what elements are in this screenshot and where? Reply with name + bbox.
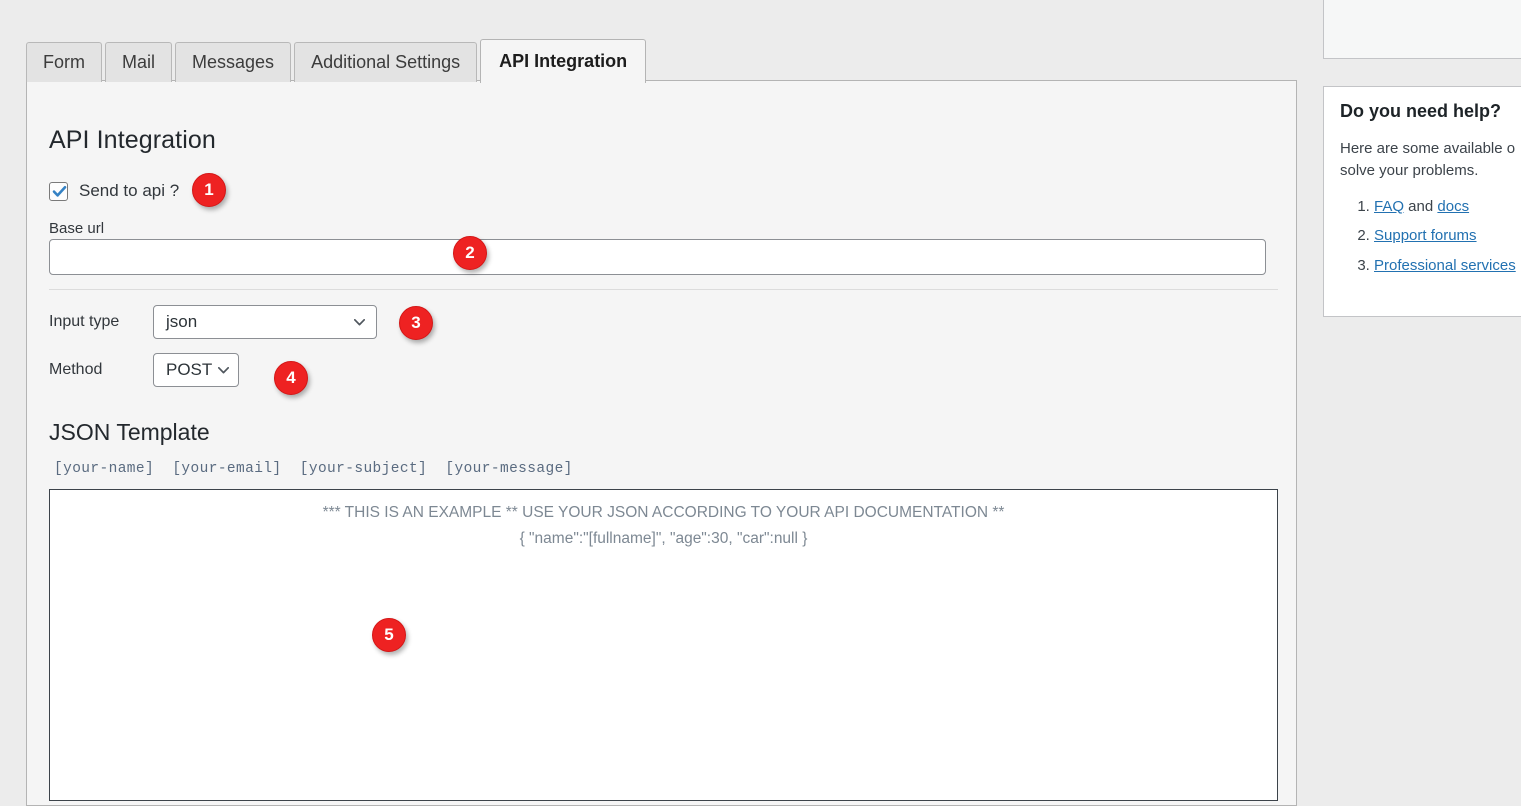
tab-bar: Form Mail Messages Additional Settings A… (26, 39, 649, 83)
method-row: Method POST (49, 353, 239, 387)
help-item-middle: and (1404, 197, 1438, 215)
help-desc-line1: Here are some available o (1340, 140, 1516, 157)
tab-api-integration[interactable]: API Integration (480, 39, 647, 83)
base-url-label: Base url (49, 220, 105, 237)
base-url-input[interactable] (49, 239, 1266, 275)
page-title: API Integration (49, 126, 216, 154)
help-list-item: FAQ and docs (1374, 192, 1521, 222)
send-to-api-checkbox[interactable] (49, 181, 68, 201)
docs-link[interactable]: docs (1437, 198, 1469, 215)
input-type-value: json (166, 312, 198, 331)
faq-link[interactable]: FAQ (1374, 198, 1404, 215)
input-type-label: Input type (49, 313, 120, 330)
tab-form[interactable]: Form (26, 42, 102, 82)
callout-badge-3: 3 (399, 306, 433, 340)
method-select[interactable]: POST (153, 353, 239, 387)
help-panel-description: Here are some available o solve your pro… (1324, 122, 1521, 182)
callout-badge-2: 2 (453, 236, 487, 270)
help-panel: Do you need help? Here are some availabl… (1323, 86, 1521, 317)
callout-badge-4: 4 (274, 361, 308, 395)
checkmark-icon (52, 185, 67, 197)
send-to-api-row: Send to api ? (49, 181, 179, 201)
callout-badge-5: 5 (372, 618, 406, 652)
chevron-down-icon (354, 319, 365, 326)
json-template-title: JSON Template (49, 419, 210, 445)
input-type-select[interactable]: json (153, 305, 377, 339)
help-panel-title: Do you need help? (1340, 101, 1502, 121)
method-label: Method (49, 361, 103, 378)
panel-content: API Integration Send to api ? Base url I… (49, 81, 1278, 805)
section-divider (49, 289, 1278, 290)
sidebar-top-panel (1323, 0, 1521, 59)
tab-mail[interactable]: Mail (105, 42, 173, 82)
help-list-item: Support forums (1374, 221, 1521, 251)
chevron-down-icon (218, 367, 229, 374)
method-value: POST (166, 360, 213, 379)
help-links-list: FAQ and docs Support forums Professional… (1324, 192, 1521, 281)
help-desc-line2: solve your problems. (1340, 161, 1479, 179)
callout-badge-1: 1 (192, 173, 226, 207)
screenshot-root: Form Mail Messages Additional Settings A… (0, 0, 1521, 806)
professional-services-link[interactable]: Professional services (1374, 257, 1516, 274)
mail-tags-list: [your-name] [your-email] [your-subject] … (54, 461, 573, 477)
help-list-item: Professional services (1374, 251, 1521, 281)
json-template-textarea[interactable] (49, 489, 1278, 801)
tab-messages[interactable]: Messages (175, 42, 292, 82)
support-forums-link[interactable]: Support forums (1374, 227, 1477, 244)
tab-additional-settings[interactable]: Additional Settings (294, 42, 478, 82)
send-to-api-label: Send to api ? (79, 181, 180, 200)
input-type-row: Input type json (49, 305, 377, 339)
